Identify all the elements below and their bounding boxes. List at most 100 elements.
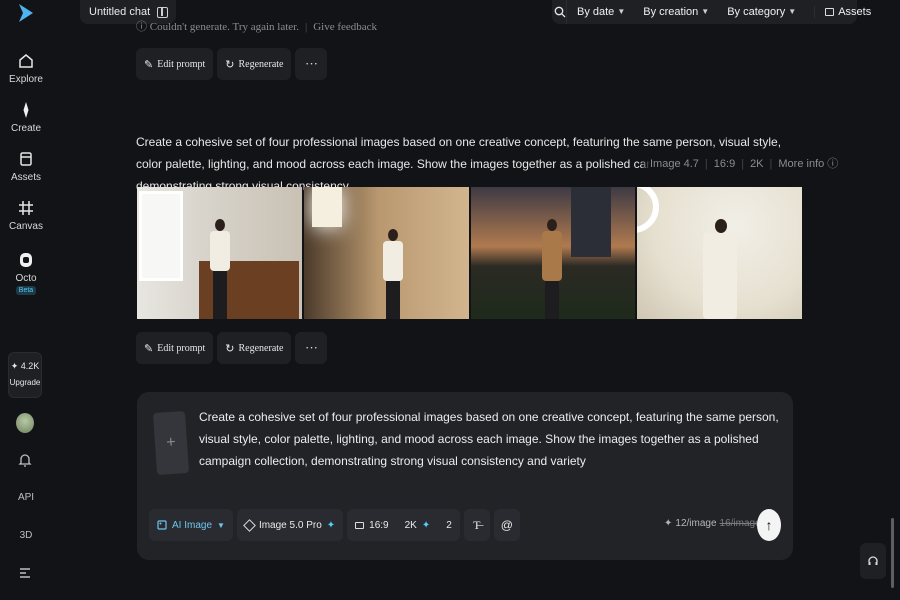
prompt-composer: + Create a cohesive set of four professi…: [137, 392, 793, 560]
sidebar-item-canvas[interactable]: Canvas: [0, 199, 52, 232]
filter-by-category[interactable]: By category ▼: [727, 6, 796, 18]
button-label: Regenerate: [238, 58, 284, 70]
edit-icon: ✎: [144, 341, 154, 355]
edit-icon: ✎: [144, 57, 154, 71]
model-cube-icon: [243, 518, 256, 532]
octo-icon: [20, 253, 32, 267]
chevron-down-icon: ▼: [617, 7, 626, 16]
meta-resolution: 2K: [750, 158, 764, 170]
image-softbox-decor: [311, 187, 342, 227]
filter-label: By date: [577, 6, 615, 18]
more-icon: ···: [304, 340, 318, 355]
ratio-label: 16:9: [369, 519, 389, 531]
sidebar: Explore Create Assets Canvas Octo Beta ✦…: [0, 0, 52, 600]
sidebar-item-label: Assets: [10, 172, 41, 183]
arrow-up-icon: ↑: [765, 517, 773, 533]
add-reference-image-button[interactable]: +: [152, 410, 190, 476]
refresh-icon: ↻: [225, 341, 235, 355]
image-gallery: [137, 187, 802, 319]
more-options-button[interactable]: ···: [295, 332, 328, 364]
warning-icon: ⓘ: [136, 21, 147, 33]
menu-icon[interactable]: [19, 567, 31, 579]
avatar[interactable]: [16, 413, 34, 433]
beta-badge: Beta: [15, 286, 37, 295]
button-label: Regenerate: [238, 342, 284, 354]
chevron-down-icon: ▼: [217, 520, 225, 530]
generation-cost: ✦ 12/image 16/image: [664, 518, 761, 529]
home-icon: [19, 54, 33, 68]
send-button[interactable]: ↑: [757, 509, 781, 541]
more-options-button[interactable]: ···: [295, 48, 328, 80]
filter-bar: By date ▼ By creation ▼ By category ▼ Asset…: [552, 0, 871, 24]
refresh-icon: ↻: [225, 57, 235, 71]
generated-image[interactable]: [303, 187, 469, 319]
prompt-input[interactable]: Create a cohesive set of four profession…: [199, 406, 784, 472]
edit-prompt-button[interactable]: ✎ Edit prompt: [136, 48, 214, 80]
chevron-down-icon: ▼: [701, 7, 710, 16]
sparkle-icon: ✦: [326, 519, 336, 531]
chat-title: Untitled chat: [89, 6, 151, 18]
text-format-icon: T̶: [473, 517, 481, 532]
3d-link[interactable]: 3D: [0, 530, 52, 541]
cost-original: 16/image: [719, 518, 761, 529]
regenerate-button[interactable]: ↻ Regenerate: [217, 332, 292, 364]
api-link[interactable]: API: [0, 492, 52, 503]
image-person: [541, 219, 563, 319]
image-window-decor: [139, 191, 183, 281]
generated-image[interactable]: [470, 187, 636, 319]
assets-button[interactable]: Assets: [814, 6, 871, 18]
resolution-label: 2K: [404, 519, 417, 531]
generated-image[interactable]: [637, 187, 802, 319]
more-info-link[interactable]: More info ⓘ: [778, 158, 838, 170]
upgrade-label: Upgrade: [9, 378, 41, 387]
mention-button[interactable]: @: [493, 509, 520, 541]
credits-count: ✦ 4.2K: [10, 361, 40, 371]
give-feedback-link[interactable]: Give feedback: [313, 21, 377, 33]
meta-model: Image 4.7: [650, 158, 699, 170]
at-sign-icon: @: [500, 518, 513, 532]
image-person: [382, 229, 404, 319]
sidebar-item-create[interactable]: Create: [0, 101, 52, 134]
edit-prompt-button[interactable]: ✎ Edit prompt: [136, 332, 214, 364]
search-icon: [554, 6, 566, 18]
button-label: Edit prompt: [157, 58, 206, 70]
filter-by-creation[interactable]: By creation ▼: [643, 6, 709, 18]
error-text: Couldn't generate. Try again later.: [149, 21, 299, 33]
sidebar-item-assets[interactable]: Assets: [0, 150, 52, 183]
meta-ratio: 16:9: [713, 158, 736, 170]
sidebar-toggle-icon[interactable]: [157, 6, 168, 18]
filter-label: By creation: [643, 6, 699, 18]
sidebar-item-octo[interactable]: Octo Beta: [0, 251, 52, 295]
image-ring-light-decor: [637, 187, 660, 233]
filter-by-date[interactable]: By date ▼: [577, 6, 625, 18]
upgrade-button[interactable]: ✦ 4.2K Upgrade: [8, 352, 42, 398]
mode-selector[interactable]: AI Image ▼: [149, 509, 233, 541]
brand-logo-icon[interactable]: [16, 2, 36, 24]
model-selector[interactable]: Image 5.0 Pro ✦: [236, 509, 344, 541]
scrollbar[interactable]: [891, 518, 894, 588]
more-icon: ···: [304, 56, 318, 71]
chevron-down-icon: ▼: [788, 7, 797, 16]
sparkle-icon: ✦: [421, 519, 431, 531]
assets-label: Assets: [838, 6, 872, 18]
filter-label: By category: [727, 6, 786, 18]
mode-label: AI Image: [172, 519, 213, 531]
assets-icon: [825, 8, 835, 16]
search-button[interactable]: [554, 0, 567, 24]
regenerate-button[interactable]: ↻ Regenerate: [217, 48, 292, 80]
image-count-label: 2: [446, 519, 452, 531]
output-settings[interactable]: 16:9 2K ✦ 2: [347, 509, 460, 541]
sidebar-item-label: Create: [10, 123, 41, 134]
sidebar-item-label: Explore: [9, 74, 43, 85]
bell-icon[interactable]: [18, 452, 32, 468]
help-button[interactable]: [860, 543, 886, 579]
plus-icon: +: [165, 433, 177, 452]
generation-error: ⓘ Couldn't generate. Try again later. | Gi…: [136, 21, 378, 33]
text-style-button[interactable]: T̶: [463, 509, 490, 541]
sidebar-item-label: Octo: [15, 273, 37, 284]
sidebar-item-label: Canvas: [9, 221, 43, 232]
image-person: [209, 219, 231, 319]
sidebar-item-explore[interactable]: Explore: [0, 52, 52, 85]
generated-image[interactable]: [137, 187, 302, 319]
image-person: [703, 219, 738, 319]
